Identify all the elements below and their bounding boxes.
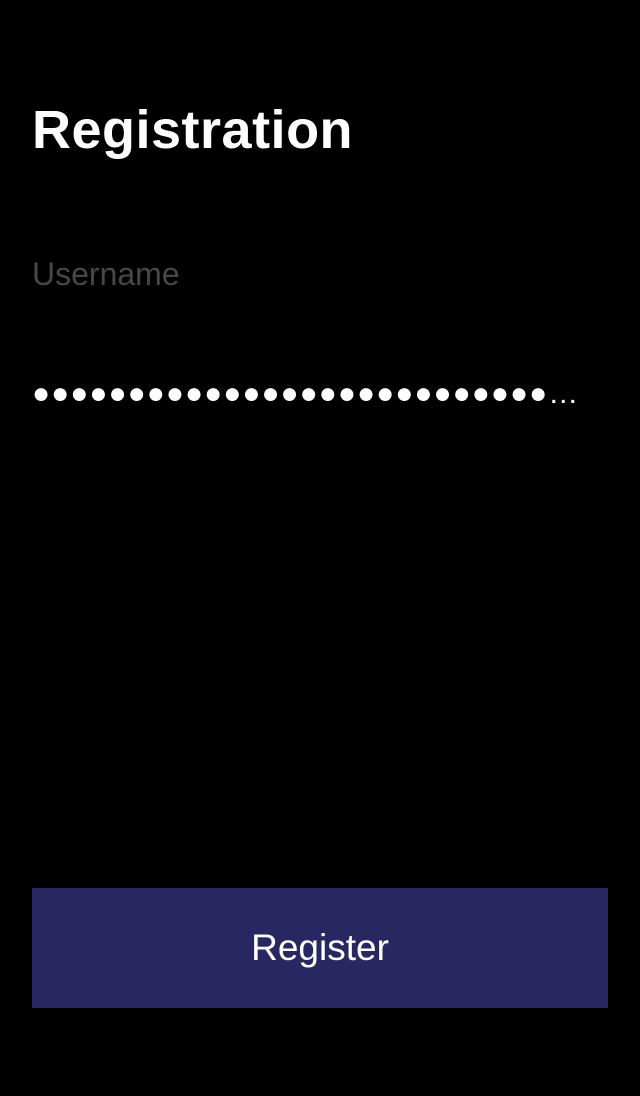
registration-screen: Registration ●●●●●●●●●●●●●●●●●●●●●●●●●●●…: [0, 0, 640, 1096]
username-input[interactable]: [32, 244, 592, 304]
page-title: Registration: [32, 100, 354, 160]
register-button[interactable]: Register: [32, 888, 608, 1008]
password-input[interactable]: ●●●●●●●●●●●●●●●●●●●●●●●●●●●●●●●●●●●●●●: [32, 362, 592, 426]
password-masked-text: ●●●●●●●●●●●●●●●●●●●●●●●●●●●●●●●●●●●●●●: [32, 377, 592, 410]
